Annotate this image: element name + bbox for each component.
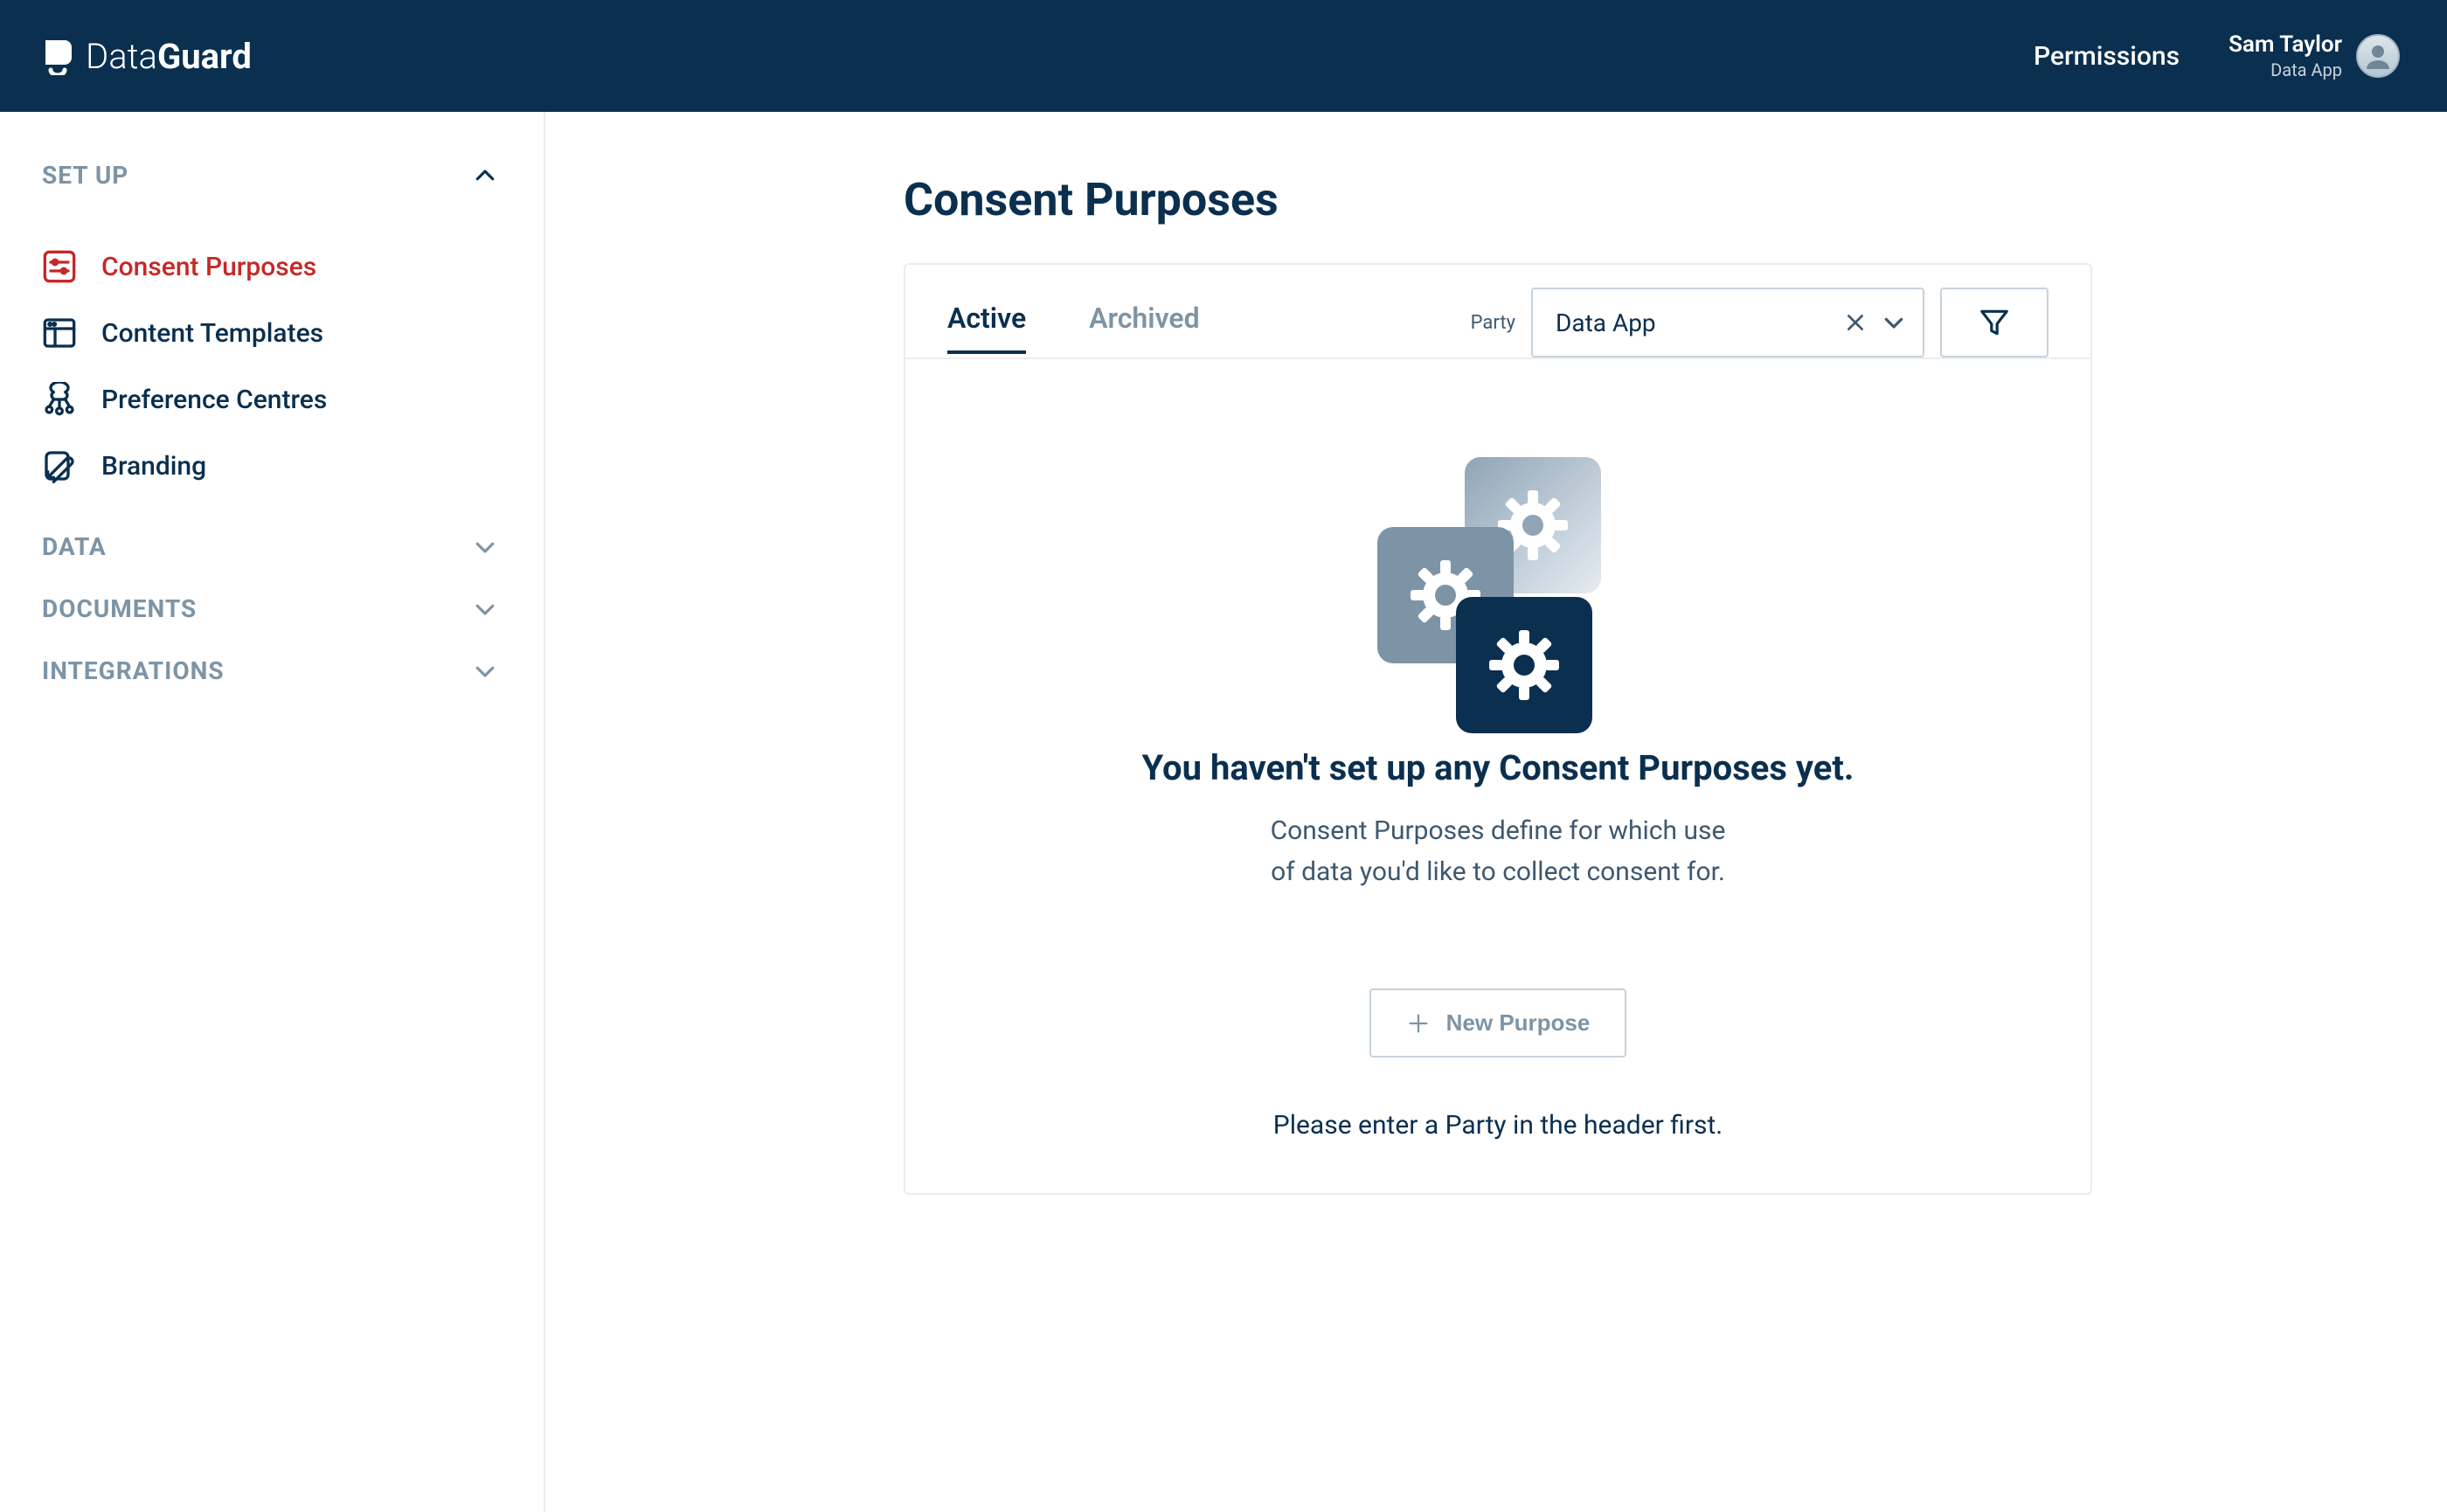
user-name: Sam Taylor <box>2229 31 2342 59</box>
purposes-panel: Active Archived Party Data App <box>904 263 2092 1195</box>
sidebar-group-setup[interactable]: SET UP <box>42 161 498 190</box>
sidebar-group-label: INTEGRATIONS <box>42 656 225 685</box>
header-right: Permissions Sam Taylor Data App <box>2034 31 2400 80</box>
sidebar-item-preference-centres[interactable]: Preference Centres <box>42 366 498 433</box>
sidebar-item-consent-purposes[interactable]: Consent Purposes <box>42 233 498 300</box>
chevron-down-icon[interactable] <box>1881 309 1907 336</box>
layout-icon <box>42 316 77 350</box>
sidebar-item-content-templates[interactable]: Content Templates <box>42 300 498 366</box>
empty-description-line: of data you'd like to collect consent fo… <box>1271 857 1725 887</box>
empty-title: You haven't set up any Consent Purposes … <box>940 747 2055 788</box>
party-select[interactable]: Data App <box>1531 288 1924 357</box>
empty-description: Consent Purposes define for which use of… <box>1166 811 1830 892</box>
brand-name: DataGuard <box>86 36 252 77</box>
chevron-down-icon <box>472 658 498 684</box>
tab-active[interactable]: Active <box>947 293 1026 352</box>
user-menu[interactable]: Sam Taylor Data App <box>2229 31 2400 80</box>
party-label: Party <box>1471 312 1515 334</box>
brand-logo-icon <box>42 37 73 75</box>
chevron-down-icon <box>472 596 498 622</box>
sidebar-group-label: DOCUMENTS <box>42 594 197 623</box>
sidebar-item-label: Consent Purposes <box>101 252 316 282</box>
new-purpose-button[interactable]: New Purpose <box>1369 988 1627 1058</box>
empty-state: You haven't set up any Consent Purposes … <box>905 359 2090 1193</box>
empty-hint: Please enter a Party in the header first… <box>940 1110 2055 1141</box>
filter-icon <box>1978 306 2011 339</box>
user-context: Data App <box>2229 59 2342 80</box>
empty-illustration <box>940 438 2055 735</box>
sidebar-item-label: Content Templates <box>101 318 323 349</box>
avatar <box>2356 34 2400 78</box>
chevron-down-icon <box>472 534 498 560</box>
sidebar-item-branding[interactable]: Branding <box>42 433 498 499</box>
sidebar-group-label: DATA <box>42 532 107 561</box>
sidebar-item-label: Preference Centres <box>101 385 327 415</box>
filter-button[interactable] <box>1940 288 2048 357</box>
network-icon <box>42 382 77 417</box>
sidebar-item-label: Branding <box>101 451 206 482</box>
clear-icon[interactable] <box>1844 311 1867 334</box>
plus-icon <box>1406 1011 1431 1036</box>
new-purpose-label: New Purpose <box>1446 1009 1591 1037</box>
tabs: Active Archived <box>947 293 1200 352</box>
sidebar-group-documents[interactable]: DOCUMENTS <box>42 594 498 623</box>
party-select-value: Data App <box>1556 309 1656 337</box>
sidebar: SET UP Consent Purposes <box>0 112 545 1512</box>
sidebar-group-data[interactable]: DATA <box>42 532 498 561</box>
sidebar-group-integrations[interactable]: INTEGRATIONS <box>42 656 498 685</box>
nav-permissions[interactable]: Permissions <box>2034 41 2180 72</box>
brand-logo-block: DataGuard <box>42 36 252 77</box>
empty-description-line: Consent Purposes define for which use <box>1271 815 1726 846</box>
sidebar-group-label: SET UP <box>42 161 128 190</box>
brand-name-bold: Guard <box>157 36 252 77</box>
edit-icon <box>42 448 77 483</box>
main-content: Consent Purposes Active Archived Party D… <box>545 112 2447 1512</box>
tab-archived[interactable]: Archived <box>1089 293 1200 352</box>
chevron-up-icon <box>472 163 498 189</box>
panel-toolbar-right: Party Data App <box>1471 288 2048 357</box>
panel-toolbar: Active Archived Party Data App <box>905 265 2090 359</box>
sliders-icon <box>42 249 77 284</box>
brand-name-light: Data <box>86 36 157 77</box>
page-title: Consent Purposes <box>904 173 2447 226</box>
app-header: DataGuard Permissions Sam Taylor Data Ap… <box>0 0 2447 112</box>
